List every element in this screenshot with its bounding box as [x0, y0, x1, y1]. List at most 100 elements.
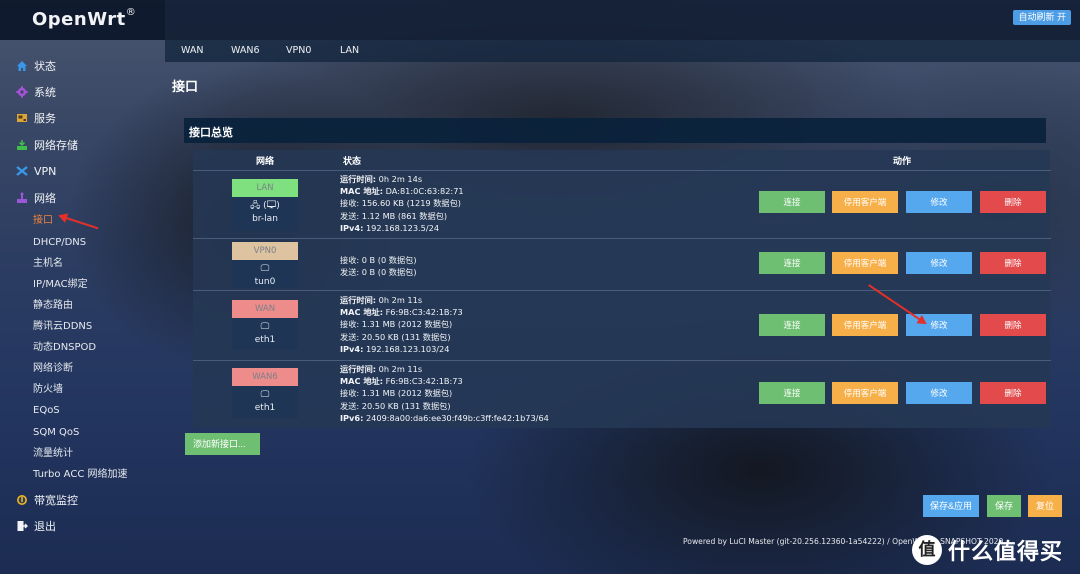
interface-badge-lan[interactable]: LAN 🖧 (🖵) br-lan	[232, 179, 298, 231]
interface-name: LAN	[232, 179, 298, 197]
interface-name: WAN	[232, 300, 298, 318]
interface-badge-wan[interactable]: WAN 🖵 eth1	[232, 300, 298, 350]
delete-button[interactable]: 删除	[980, 314, 1046, 336]
connect-button[interactable]: 连接	[759, 314, 825, 336]
interfaces-table: 网络 状态 动作 LAN 🖧 (🖵) br-lan 运行时间: 0h 2m 14…	[193, 150, 1051, 428]
sidebar-item-network[interactable]: 网络	[16, 189, 56, 207]
device-name: br-lan	[252, 214, 278, 224]
sidebar-item-vpn[interactable]: VPN	[16, 162, 56, 180]
device-icons: 🖧 (🖵)	[250, 201, 280, 211]
status-key: 运行时间:	[340, 174, 377, 184]
sidebar-subitem-tencent-ddns[interactable]: 腾讯云DDNS	[33, 320, 92, 334]
status-line: 接收: 156.60 KB (1219 数据包)	[340, 197, 464, 209]
sidebar-subitem-traffic-stats[interactable]: 流量统计	[33, 447, 73, 461]
status-line: MAC 地址: DA:81:0C:63:82:71	[340, 185, 464, 197]
status-key: 运行时间:	[340, 295, 377, 305]
storage-icon	[16, 139, 28, 151]
status-value: F6:9B:C3:42:1B:73	[383, 307, 463, 318]
add-interface-button[interactable]: 添加新接口...	[185, 433, 260, 455]
sidebar-subitem-dnspod[interactable]: 动态DNSPOD	[33, 341, 96, 355]
watermark: 值 什么值得买	[912, 534, 1063, 566]
stop-client-button[interactable]: 停用客户端	[832, 314, 898, 336]
watermark-logo-icon: 值	[912, 535, 942, 565]
sidebar-subitem-eqos[interactable]: EQoS	[33, 404, 60, 418]
status-key: 接收:	[340, 255, 360, 265]
sidebar-item-storage[interactable]: 网络存储	[16, 136, 78, 154]
sidebar-item-services[interactable]: 服务	[16, 109, 56, 127]
stop-client-button[interactable]: 停用客户端	[832, 191, 898, 213]
sidebar-subitem-firewall[interactable]: 防火墙	[33, 383, 63, 397]
connect-button[interactable]: 连接	[759, 191, 825, 213]
column-header-status: 状态	[343, 157, 362, 167]
device-name: tun0	[254, 277, 276, 287]
status-key: 接收:	[340, 388, 360, 399]
delete-button[interactable]: 删除	[980, 191, 1046, 213]
table-row: VPN0 🖵 tun0 接收: 0 B (0 数据包) 发送: 0 B (0 数…	[193, 239, 1051, 291]
sidebar-item-label: VPN	[34, 164, 57, 178]
stop-client-button[interactable]: 停用客户端	[832, 252, 898, 274]
connect-button[interactable]: 连接	[759, 382, 825, 404]
sidebar-subitem-hostnames[interactable]: 主机名	[33, 257, 63, 271]
sidebar-item-label: 服务	[34, 112, 56, 125]
device-icons: 🖵	[260, 390, 270, 400]
table-row: LAN 🖧 (🖵) br-lan 运行时间: 0h 2m 14s MAC 地址:…	[193, 171, 1051, 239]
tab-wan[interactable]: WAN	[181, 45, 203, 56]
interface-badge-vpn0[interactable]: VPN0 🖵 tun0	[232, 242, 298, 288]
status-line: MAC 地址: F6:9B:C3:42:1B:73	[340, 306, 463, 318]
device-name: eth1	[254, 335, 276, 345]
tab-vpn0[interactable]: VPN0	[286, 45, 311, 56]
sidebar-item-bandwidth[interactable]: 带宽监控	[16, 491, 78, 509]
sidebar-subitem-sqm-qos[interactable]: SQM QoS	[33, 426, 79, 440]
status-line: 运行时间: 0h 2m 14s	[340, 173, 464, 185]
status-key: IPv6:	[340, 412, 364, 423]
status-value: 20.50 KB (131 数据包)	[359, 331, 451, 342]
delete-button[interactable]: 删除	[980, 382, 1046, 404]
status-line: 发送: 0 B (0 数据包)	[340, 266, 417, 278]
reset-button[interactable]: 复位	[1028, 495, 1062, 517]
sidebar-subitem-interfaces[interactable]: 接口	[33, 214, 53, 228]
device-icons: 🖵	[260, 264, 270, 274]
status-line: 运行时间: 0h 2m 11s	[340, 294, 463, 306]
logo-text: OpenWrt	[32, 9, 126, 30]
status-line: 发送: 20.50 KB (131 数据包)	[340, 331, 463, 343]
status-line: IPv6: 2409:8a00:da6:ee30:f49b:c3ff:fe42:…	[340, 412, 549, 424]
status-key: MAC 地址:	[340, 376, 383, 387]
save-button[interactable]: 保存	[987, 495, 1021, 517]
tab-wan6[interactable]: WAN6	[231, 45, 260, 56]
sidebar-item-system[interactable]: 系统	[16, 83, 56, 101]
status-key: 发送:	[340, 331, 360, 342]
edit-button[interactable]: 修改	[906, 382, 972, 404]
sidebar: 状态 系统 服务 网络存储 VPN 网络 接口 DHCP/DNS 主机名 IP/…	[0, 40, 165, 574]
sidebar-item-label: 系统	[34, 86, 56, 99]
sidebar-item-status[interactable]: 状态	[16, 57, 56, 75]
edit-button[interactable]: 修改	[906, 191, 972, 213]
tab-lan[interactable]: LAN	[340, 45, 359, 56]
status-key: 接收:	[340, 319, 360, 330]
network-icon	[16, 192, 28, 204]
sidebar-subitem-ip-mac-binding[interactable]: IP/MAC绑定	[33, 278, 88, 292]
connect-button[interactable]: 连接	[759, 252, 825, 274]
services-icon	[16, 112, 28, 124]
save-apply-button[interactable]: 保存&应用	[923, 495, 979, 517]
home-icon	[16, 60, 28, 72]
delete-button[interactable]: 删除	[980, 252, 1046, 274]
status-line: IPv4: 192.168.123.5/24	[340, 222, 464, 234]
sidebar-subitem-dhcp-dns[interactable]: DHCP/DNS	[33, 236, 86, 250]
interface-name: WAN6	[232, 368, 298, 386]
auto-refresh-toggle[interactable]: 自动刷新 开	[1013, 10, 1071, 25]
sidebar-item-label: 网络存储	[34, 139, 78, 152]
sidebar-subitem-turbo-acc[interactable]: Turbo ACC 网络加速	[33, 468, 128, 482]
status-line: 运行时间: 0h 2m 11s	[340, 363, 549, 375]
stop-client-button[interactable]: 停用客户端	[832, 382, 898, 404]
status-key: MAC 地址:	[340, 186, 383, 197]
openwrt-logo[interactable]: OpenWrt®	[32, 7, 136, 30]
interface-badge-wan6[interactable]: WAN6 🖵 eth1	[232, 368, 298, 418]
status-value: 0h 2m 11s	[376, 364, 423, 374]
sidebar-item-logout[interactable]: 退出	[16, 517, 56, 535]
status-value: 192.168.123.103/24	[363, 343, 450, 354]
sidebar-subitem-static-routes[interactable]: 静态路由	[33, 299, 73, 313]
gear-icon	[16, 86, 28, 98]
edit-button[interactable]: 修改	[906, 252, 972, 274]
interface-status: 运行时间: 0h 2m 11s MAC 地址: F6:9B:C3:42:1B:7…	[340, 294, 463, 355]
sidebar-subitem-diagnostics[interactable]: 网络诊断	[33, 362, 73, 376]
